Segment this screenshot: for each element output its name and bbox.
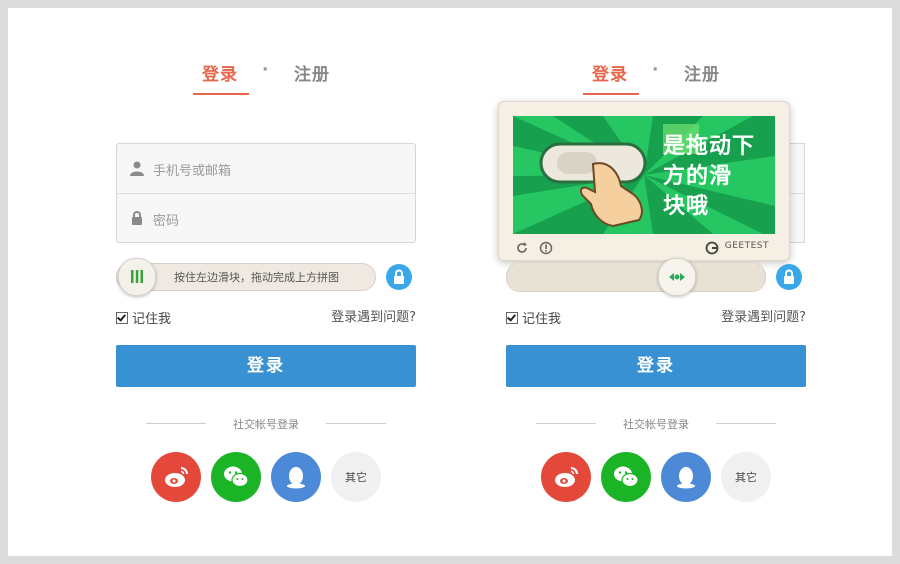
weibo-icon [165, 467, 188, 487]
slider-track-right [506, 262, 766, 292]
auth-tabs: 登录 · 注册 [116, 60, 416, 100]
lock-icon [132, 211, 142, 225]
user-icon [130, 161, 144, 176]
qq-icon [677, 467, 695, 489]
divider-right [326, 423, 386, 424]
tab-register[interactable]: 注册 [294, 60, 330, 85]
login-problem-link-right[interactable]: 登录遇到问题? [721, 306, 806, 325]
tab-separator-right: · [652, 60, 660, 80]
wechat-icon [224, 466, 249, 488]
remember-label-right: 记住我 [522, 312, 562, 327]
remember-checkbox-right[interactable] [506, 312, 518, 324]
weibo-login-button[interactable] [151, 452, 201, 502]
geetest-logo-icon [705, 241, 719, 255]
remember-label: 记住我 [132, 312, 172, 327]
login-button[interactable]: 登录 [116, 345, 416, 387]
captcha-lock-button[interactable] [386, 264, 412, 290]
qq-login-button-right[interactable] [661, 452, 711, 502]
captcha-popup: 是拖动下 方的滑 块哦 GEETEST [498, 101, 790, 261]
info-icon[interactable] [539, 241, 553, 255]
password-input[interactable]: 密码 [117, 194, 415, 243]
qq-icon [287, 467, 305, 489]
tab-login[interactable]: 登录 [202, 60, 238, 85]
login-problem-link[interactable]: 登录遇到问题? [331, 306, 416, 325]
slider-arrows-icon [669, 273, 685, 281]
social-login-label-right: 社交帐号登录 [623, 418, 689, 431]
tab-login-right[interactable]: 登录 [592, 60, 628, 85]
captcha-text-line1: 是拖动下 [663, 134, 756, 159]
slider-handle[interactable] [118, 258, 156, 296]
remember-checkbox[interactable] [116, 312, 128, 324]
captcha-text-line2: 方的滑 [663, 164, 733, 189]
captcha-toolbar: GEETEST [513, 238, 775, 258]
other-login-label: 其它 [345, 471, 367, 484]
tab-separator: · [262, 60, 270, 80]
wechat-login-button-right[interactable] [601, 452, 651, 502]
social-login-label: 社交帐号登录 [233, 418, 299, 431]
login-panel-left: 登录 · 注册 手机号或邮箱 密码 按住左边滑块，拖动完成上方拼图 记住我 登录… [116, 8, 416, 556]
account-placeholder: 手机号或邮箱 [153, 164, 232, 179]
wechat-icon [614, 466, 639, 488]
other-login-button-right[interactable]: 其它 [721, 452, 771, 502]
slider-hint: 按住左边滑块，拖动完成上方拼图 [174, 271, 339, 284]
slider-grip-icon [131, 270, 143, 283]
divider-right-right [716, 423, 776, 424]
tab-register-right[interactable]: 注册 [684, 60, 720, 85]
other-login-button[interactable]: 其它 [331, 452, 381, 502]
wechat-login-button[interactable] [211, 452, 261, 502]
remember-me[interactable]: 记住我 [116, 308, 171, 327]
slider-handle-right[interactable] [658, 258, 696, 296]
captcha-lock-button-right[interactable] [776, 264, 802, 290]
other-login-label-right: 其它 [735, 471, 757, 484]
password-placeholder: 密码 [153, 214, 180, 229]
account-input[interactable]: 手机号或邮箱 [117, 144, 415, 194]
login-panel-right: 登录 · 注册 是拖动下 方的滑 块哦 GEETEST 记住我 登录遇到问题? … [498, 8, 806, 556]
captcha-text-line3: 块哦 [663, 194, 710, 219]
active-tab-underline [193, 93, 249, 95]
geetest-brand: GEETEST [724, 241, 769, 251]
login-button-right[interactable]: 登录 [506, 345, 806, 387]
captcha-puzzle-image[interactable]: 是拖动下 方的滑 块哦 [513, 116, 775, 234]
padlock-icon [394, 269, 404, 284]
screenshot-frame: 登录 · 注册 手机号或邮箱 密码 按住左边滑块，拖动完成上方拼图 记住我 登录… [8, 8, 892, 556]
credentials-group: 手机号或邮箱 密码 [116, 143, 416, 243]
weibo-login-button-right[interactable] [541, 452, 591, 502]
qq-login-button[interactable] [271, 452, 321, 502]
padlock-icon [784, 269, 794, 284]
auth-tabs-right: 登录 · 注册 [506, 60, 806, 100]
remember-me-right[interactable]: 记住我 [506, 308, 561, 327]
active-tab-underline-right [583, 93, 639, 95]
refresh-icon[interactable] [515, 241, 529, 255]
weibo-icon [555, 467, 578, 487]
